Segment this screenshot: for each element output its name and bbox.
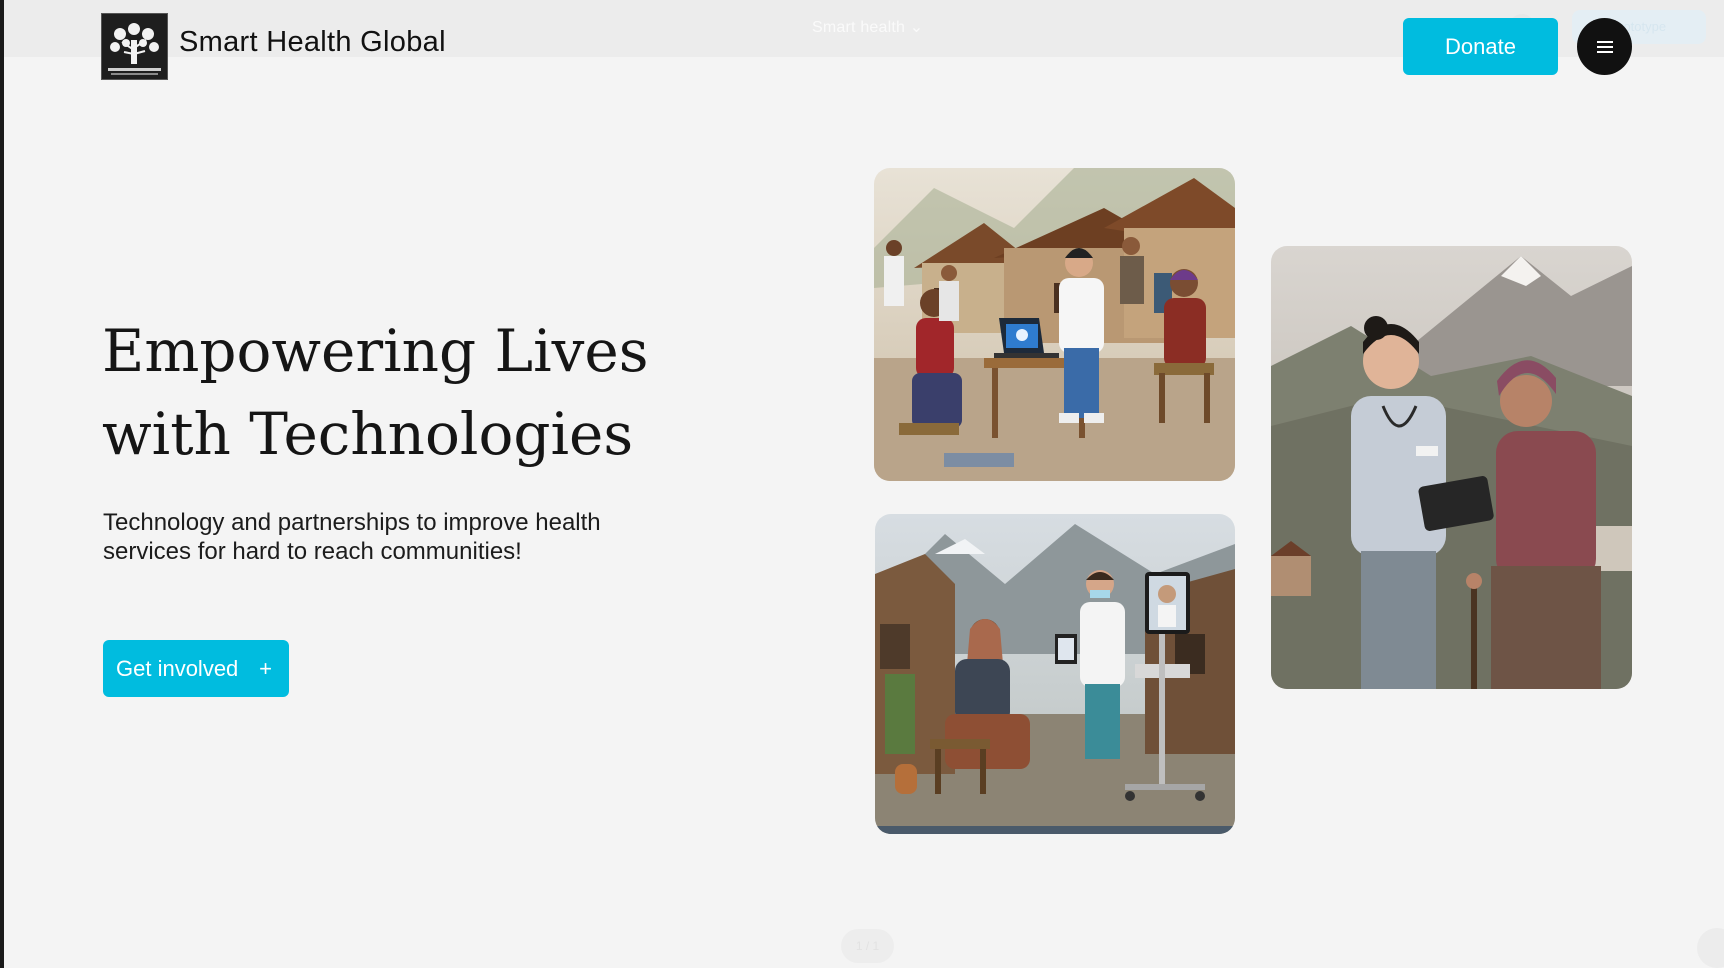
hero-subtext: Technology and partnerships to improve h… xyxy=(103,509,601,565)
village-clinic-laptop-photo xyxy=(874,168,1235,481)
donate-button[interactable]: Donate xyxy=(1403,18,1558,75)
window-left-edge xyxy=(0,0,4,968)
brand-name[interactable]: Smart Health Global xyxy=(179,26,446,59)
get-involved-button[interactable]: Get involved + xyxy=(103,640,289,697)
hamburger-icon xyxy=(1597,41,1613,43)
telemedicine-cart-photo xyxy=(875,514,1235,834)
headline-line-2: with Technologies xyxy=(102,400,634,468)
nurse-tablet-elder-photo xyxy=(1271,246,1632,689)
headline-line-1: Empowering Lives xyxy=(102,317,649,385)
cta-label: Get involved xyxy=(116,655,239,681)
smart-health-global-logo[interactable] xyxy=(101,13,168,80)
faded-corner-button[interactable] xyxy=(1697,928,1724,968)
faded-page-title[interactable]: Smart health ⌄ xyxy=(812,17,923,37)
hero-headline: Empowering Lives with Technologies xyxy=(102,310,722,476)
hamburger-icon-low xyxy=(1597,51,1613,53)
hamburger-icon-mid xyxy=(1597,46,1613,48)
menu-button[interactable] xyxy=(1577,18,1632,75)
plus-icon: + xyxy=(259,656,272,681)
slide-pager[interactable]: 1 / 1 xyxy=(841,929,894,963)
